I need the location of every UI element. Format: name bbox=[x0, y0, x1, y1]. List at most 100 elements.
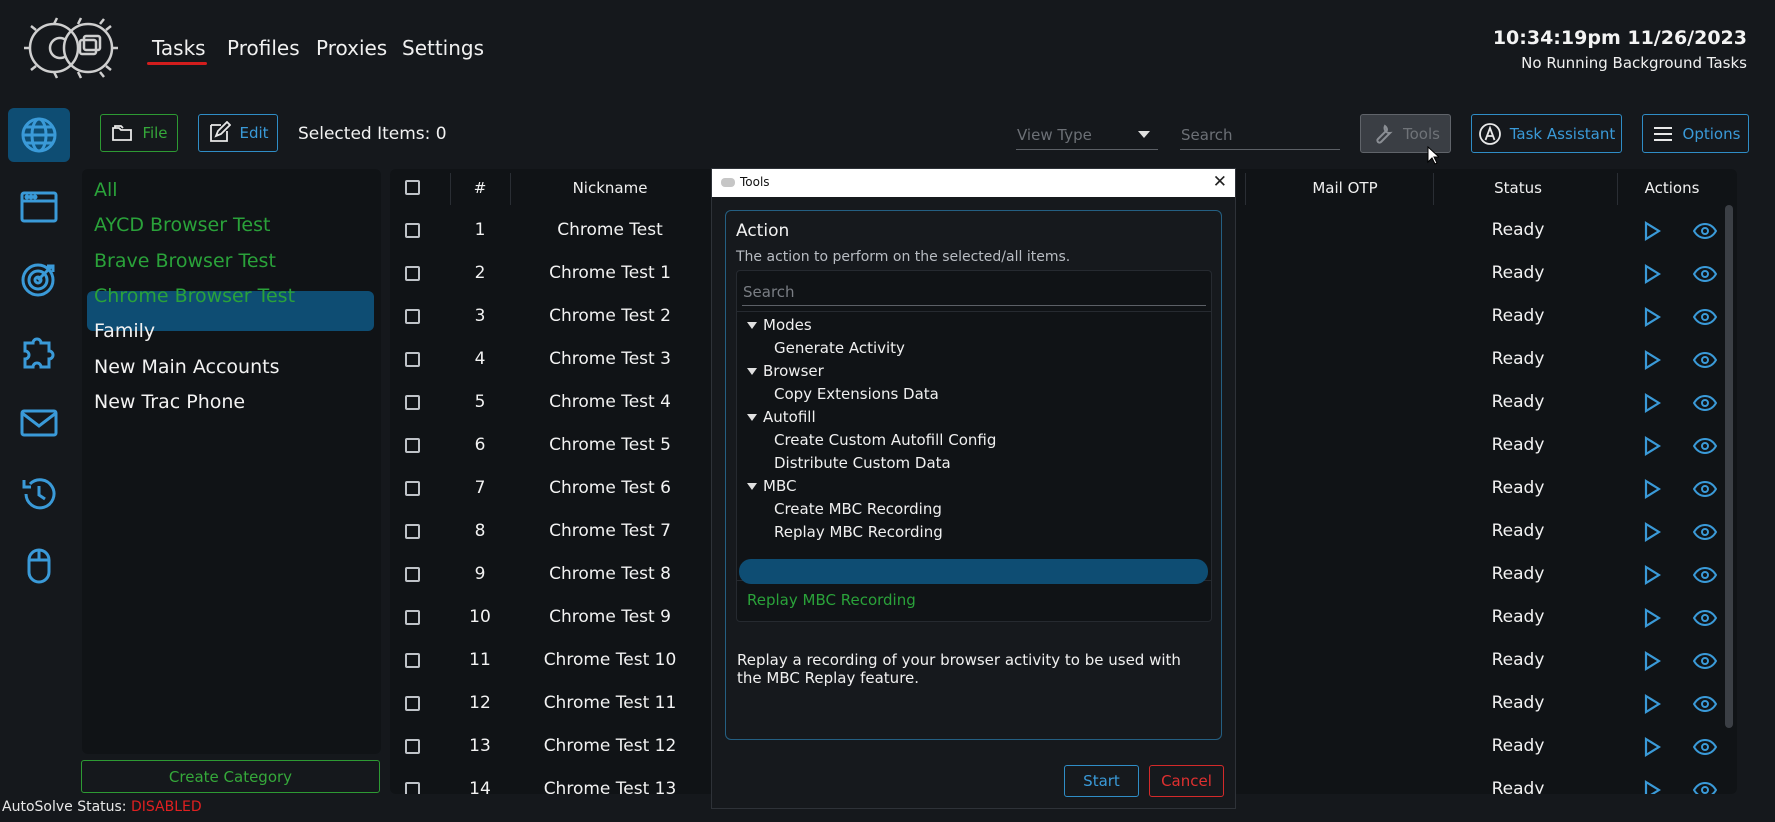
rail-globe[interactable] bbox=[8, 108, 70, 162]
tree-item[interactable]: Copy Extensions Data bbox=[774, 385, 939, 403]
tree-group[interactable]: Browser bbox=[747, 362, 824, 380]
nav-profiles[interactable]: Profiles bbox=[227, 36, 300, 60]
row-number: 8 bbox=[474, 521, 486, 541]
table-scrollbar[interactable] bbox=[1725, 205, 1733, 728]
options-label: Options bbox=[1682, 124, 1741, 143]
category-item[interactable]: New Trac Phone bbox=[94, 391, 245, 413]
row-checkbox[interactable] bbox=[405, 223, 420, 238]
row-checkbox[interactable] bbox=[405, 481, 420, 496]
row-status: Ready bbox=[1491, 693, 1545, 713]
tree-group[interactable]: Autofill bbox=[747, 408, 816, 426]
nav-tasks[interactable]: Tasks bbox=[152, 36, 206, 60]
cancel-button[interactable]: Cancel bbox=[1149, 765, 1224, 797]
clock: 10:34:19pm 11/26/2023 bbox=[1492, 27, 1747, 49]
rail-browser[interactable] bbox=[8, 180, 70, 234]
column-header-status[interactable]: Status bbox=[1433, 179, 1603, 197]
row-checkbox[interactable] bbox=[405, 524, 420, 539]
row-number: 12 bbox=[469, 693, 491, 713]
column-header-actions[interactable]: Actions bbox=[1617, 179, 1727, 197]
browser-window-icon bbox=[20, 191, 58, 223]
expand-triangle-icon bbox=[747, 322, 757, 329]
row-number: 2 bbox=[474, 263, 486, 283]
row-checkbox[interactable] bbox=[405, 395, 420, 410]
dialog-title: Tools bbox=[740, 175, 770, 189]
column-header-nickname[interactable]: Nickname bbox=[510, 179, 710, 197]
tree-item[interactable]: Generate Activity bbox=[774, 339, 905, 357]
row-checkbox[interactable] bbox=[405, 567, 420, 582]
tools-button-label: Tools bbox=[1403, 124, 1440, 143]
nav-proxies[interactable]: Proxies bbox=[316, 36, 387, 60]
row-checkbox[interactable] bbox=[405, 782, 420, 794]
category-item[interactable]: Chrome Browser Test bbox=[94, 285, 295, 307]
category-item[interactable]: New Main Accounts bbox=[94, 356, 280, 378]
close-icon[interactable]: ✕ bbox=[1213, 172, 1227, 192]
row-checkbox[interactable] bbox=[405, 266, 420, 281]
row-nickname: Chrome Test 3 bbox=[549, 349, 671, 369]
cursor-icon bbox=[1427, 146, 1439, 165]
row-number: 6 bbox=[474, 435, 486, 455]
row-status: Ready bbox=[1491, 607, 1545, 627]
row-nickname: Chrome Test bbox=[557, 220, 663, 240]
file-button[interactable]: File bbox=[100, 114, 178, 152]
rail-extensions[interactable] bbox=[8, 324, 70, 378]
row-nickname: Chrome Test 1 bbox=[549, 263, 671, 283]
options-button[interactable]: Options bbox=[1642, 114, 1749, 153]
tree-group[interactable]: Modes bbox=[747, 316, 812, 334]
category-panel: All AYCD Browser Test Brave Browser Test Ch… bbox=[82, 169, 381, 754]
row-nickname: Chrome Test 8 bbox=[549, 564, 671, 584]
tree-item[interactable]: Create MBC Recording bbox=[774, 500, 942, 518]
action-search-input[interactable]: Search bbox=[742, 275, 1206, 306]
select-all-checkbox[interactable] bbox=[405, 180, 420, 195]
row-nickname: Chrome Test 13 bbox=[543, 779, 677, 794]
tree-item[interactable]: Distribute Custom Data bbox=[774, 454, 951, 472]
row-checkbox[interactable] bbox=[405, 352, 420, 367]
tools-dialog: Tools ✕ Action The action to perform on … bbox=[711, 168, 1236, 809]
category-item[interactable]: All bbox=[94, 179, 118, 201]
selected-items-count: Selected Items: 0 bbox=[298, 124, 447, 144]
autosolve-label: AutoSolve Status: bbox=[2, 799, 127, 815]
active-nav-indicator bbox=[147, 62, 207, 65]
tree-item[interactable]: Replay MBC Recording bbox=[774, 523, 943, 541]
row-checkbox[interactable] bbox=[405, 309, 420, 324]
action-tree: Modes Generate Activity Browser Copy Extens… bbox=[737, 311, 1211, 584]
rail-history[interactable] bbox=[8, 467, 70, 521]
create-category-button[interactable]: Create Category bbox=[81, 760, 380, 793]
category-item[interactable]: AYCD Browser Test bbox=[94, 214, 270, 236]
expand-triangle-icon bbox=[747, 368, 757, 375]
start-button[interactable]: Start bbox=[1064, 765, 1139, 797]
column-header-mail-otp[interactable]: Mail OTP bbox=[1245, 179, 1445, 197]
target-icon bbox=[21, 263, 55, 297]
view-type-select[interactable]: View Type bbox=[1016, 125, 1158, 150]
action-description: The action to perform on the selected/al… bbox=[736, 249, 1071, 265]
row-checkbox[interactable] bbox=[405, 696, 420, 711]
column-header-num[interactable]: # bbox=[450, 179, 510, 197]
selected-tree-item-highlight bbox=[739, 559, 1208, 584]
start-label: Start bbox=[1083, 772, 1120, 790]
create-category-label: Create Category bbox=[168, 767, 293, 786]
category-item[interactable]: Brave Browser Test bbox=[94, 250, 276, 272]
nav-settings[interactable]: Settings bbox=[402, 36, 484, 60]
task-assistant-button[interactable]: Task Assistant bbox=[1471, 114, 1622, 153]
menu-icon bbox=[1653, 126, 1672, 141]
row-status: Ready bbox=[1491, 220, 1545, 240]
expand-triangle-icon bbox=[747, 414, 757, 421]
row-status: Ready bbox=[1491, 263, 1545, 283]
row-status: Ready bbox=[1491, 736, 1545, 756]
tree-item[interactable]: Create Custom Autofill Config bbox=[774, 431, 996, 449]
row-checkbox[interactable] bbox=[405, 438, 420, 453]
view-type-placeholder: View Type bbox=[1017, 126, 1092, 144]
search-input[interactable]: Search bbox=[1180, 125, 1340, 150]
rail-mail[interactable] bbox=[8, 396, 70, 450]
rail-mouse[interactable] bbox=[8, 539, 70, 593]
row-checkbox[interactable] bbox=[405, 653, 420, 668]
tree-group[interactable]: MBC bbox=[747, 477, 796, 495]
rail-target[interactable] bbox=[8, 252, 70, 306]
action-search-placeholder: Search bbox=[743, 283, 795, 301]
category-item[interactable]: Family bbox=[94, 320, 155, 342]
edit-button[interactable]: Edit bbox=[198, 114, 278, 152]
row-number: 9 bbox=[474, 564, 486, 584]
expand-triangle-icon bbox=[747, 483, 757, 490]
row-checkbox[interactable] bbox=[405, 610, 420, 625]
row-checkbox[interactable] bbox=[405, 739, 420, 754]
tree-group-label: MBC bbox=[763, 477, 797, 495]
